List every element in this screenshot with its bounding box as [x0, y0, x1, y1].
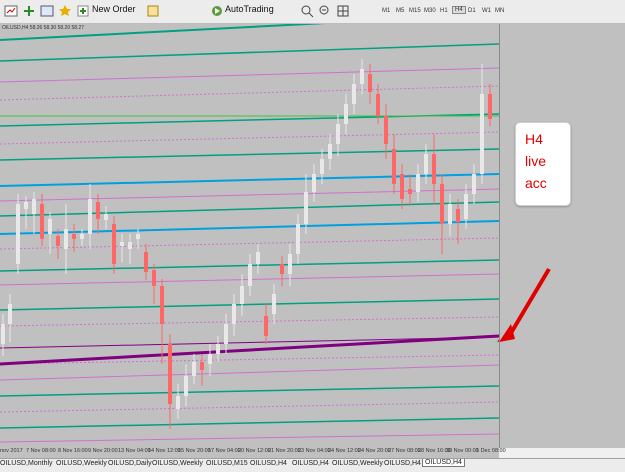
x-label: 8 Nov 16:00 — [58, 448, 88, 454]
zoom-in-icon[interactable] — [300, 4, 314, 18]
tab-oilusd-h4-active[interactable]: OILUSD,H4 — [422, 459, 465, 467]
note-line-1: H4 — [525, 131, 543, 147]
x-label: 24 Nov 12:00 — [328, 448, 361, 454]
arrow-shaft-right — [506, 267, 551, 340]
tab-oilusd-weekly-3[interactable]: OILUSD,Weekly — [332, 460, 383, 467]
x-label: 7 Nov 08:00 — [26, 448, 56, 454]
x-label: 17 Nov 04:00 — [208, 448, 241, 454]
x-label: 15 Nov 20:00 — [178, 448, 211, 454]
tf-w1[interactable]: W1 — [482, 8, 491, 14]
x-label: 30 Nov 00:00 — [446, 448, 479, 454]
tf-h1[interactable]: H1 — [440, 8, 448, 14]
new-order-icon[interactable] — [76, 4, 90, 18]
star-icon[interactable] — [58, 4, 72, 18]
tf-m15[interactable]: M15 — [409, 8, 421, 14]
tab-oilusd-monthly[interactable]: OILUSD,Monthly — [0, 460, 53, 467]
time-axis: nov 2017 7 Nov 08:00 8 Nov 16:00 9 Nov 2… — [0, 448, 506, 458]
zoom-out-icon[interactable] — [318, 4, 332, 18]
x-label: 21 Nov 20:00 — [268, 448, 301, 454]
tab-oilusd-m15[interactable]: OILUSD,M15 — [206, 460, 248, 467]
x-label: 23 Nov 04:00 — [298, 448, 331, 454]
window-icon[interactable] — [40, 4, 54, 18]
tf-mn[interactable]: MN — [495, 8, 504, 14]
grid-icon[interactable] — [336, 4, 350, 18]
tf-h4[interactable]: H4 — [452, 6, 466, 14]
tab-oilusd-h4[interactable]: OILUSD,H4 — [250, 460, 287, 467]
price-axis[interactable] — [499, 24, 625, 448]
x-label: 14 Nov 12:00 — [148, 448, 181, 454]
tf-m1[interactable]: M1 — [382, 8, 390, 14]
toolbar: New Order AutoTrading M1 M5 M15 M30 H1 H… — [0, 0, 625, 24]
tab-oilusd-weekly-2[interactable]: OILUSD,Weekly — [152, 460, 203, 467]
chart-tabs: OILUSD,Monthly OILUSD,Weekly OILUSD,Dail… — [0, 458, 625, 472]
annotation-note[interactable]: H4 live acc — [515, 122, 571, 206]
tab-oilusd-daily[interactable]: OILUSD,Daily — [108, 460, 152, 467]
x-label: 27 Nov 08:00 — [388, 448, 421, 454]
new-order-button[interactable]: New Order — [92, 4, 136, 14]
x-label: nov 2017 — [0, 448, 23, 454]
tab-oilusd-h4-3[interactable]: OILUSD,H4 — [384, 460, 421, 467]
arrow-annotation — [497, 339, 499, 342]
meta-editor-icon[interactable] — [146, 4, 160, 18]
tab-oilusd-h4-2[interactable]: OILUSD,H4 — [292, 460, 329, 467]
tf-d1[interactable]: D1 — [468, 8, 476, 14]
x-label: 1 Dec 08:00 — [476, 448, 506, 454]
x-label: 13 Nov 04:00 — [118, 448, 151, 454]
plus-icon[interactable] — [22, 4, 36, 18]
x-label: 24 Nov 20:00 — [358, 448, 391, 454]
autotrading-button[interactable]: AutoTrading — [225, 4, 274, 14]
red-arrow-overlay — [500, 267, 551, 342]
x-label: 20 Nov 12:00 — [238, 448, 271, 454]
chart-icon[interactable] — [4, 4, 18, 18]
autotrading-icon[interactable] — [210, 4, 224, 18]
x-label: 9 Nov 20:00 — [88, 448, 118, 454]
tf-m5[interactable]: M5 — [396, 8, 404, 14]
tab-oilusd-weekly[interactable]: OILUSD,Weekly — [56, 460, 107, 467]
price-chart[interactable]: OILUSD,H4 58.26 58.30 58.20 58.27 — [0, 24, 499, 448]
tf-m30[interactable]: M30 — [424, 8, 436, 14]
note-line-3: acc — [525, 175, 547, 191]
note-line-2: live — [525, 153, 547, 169]
